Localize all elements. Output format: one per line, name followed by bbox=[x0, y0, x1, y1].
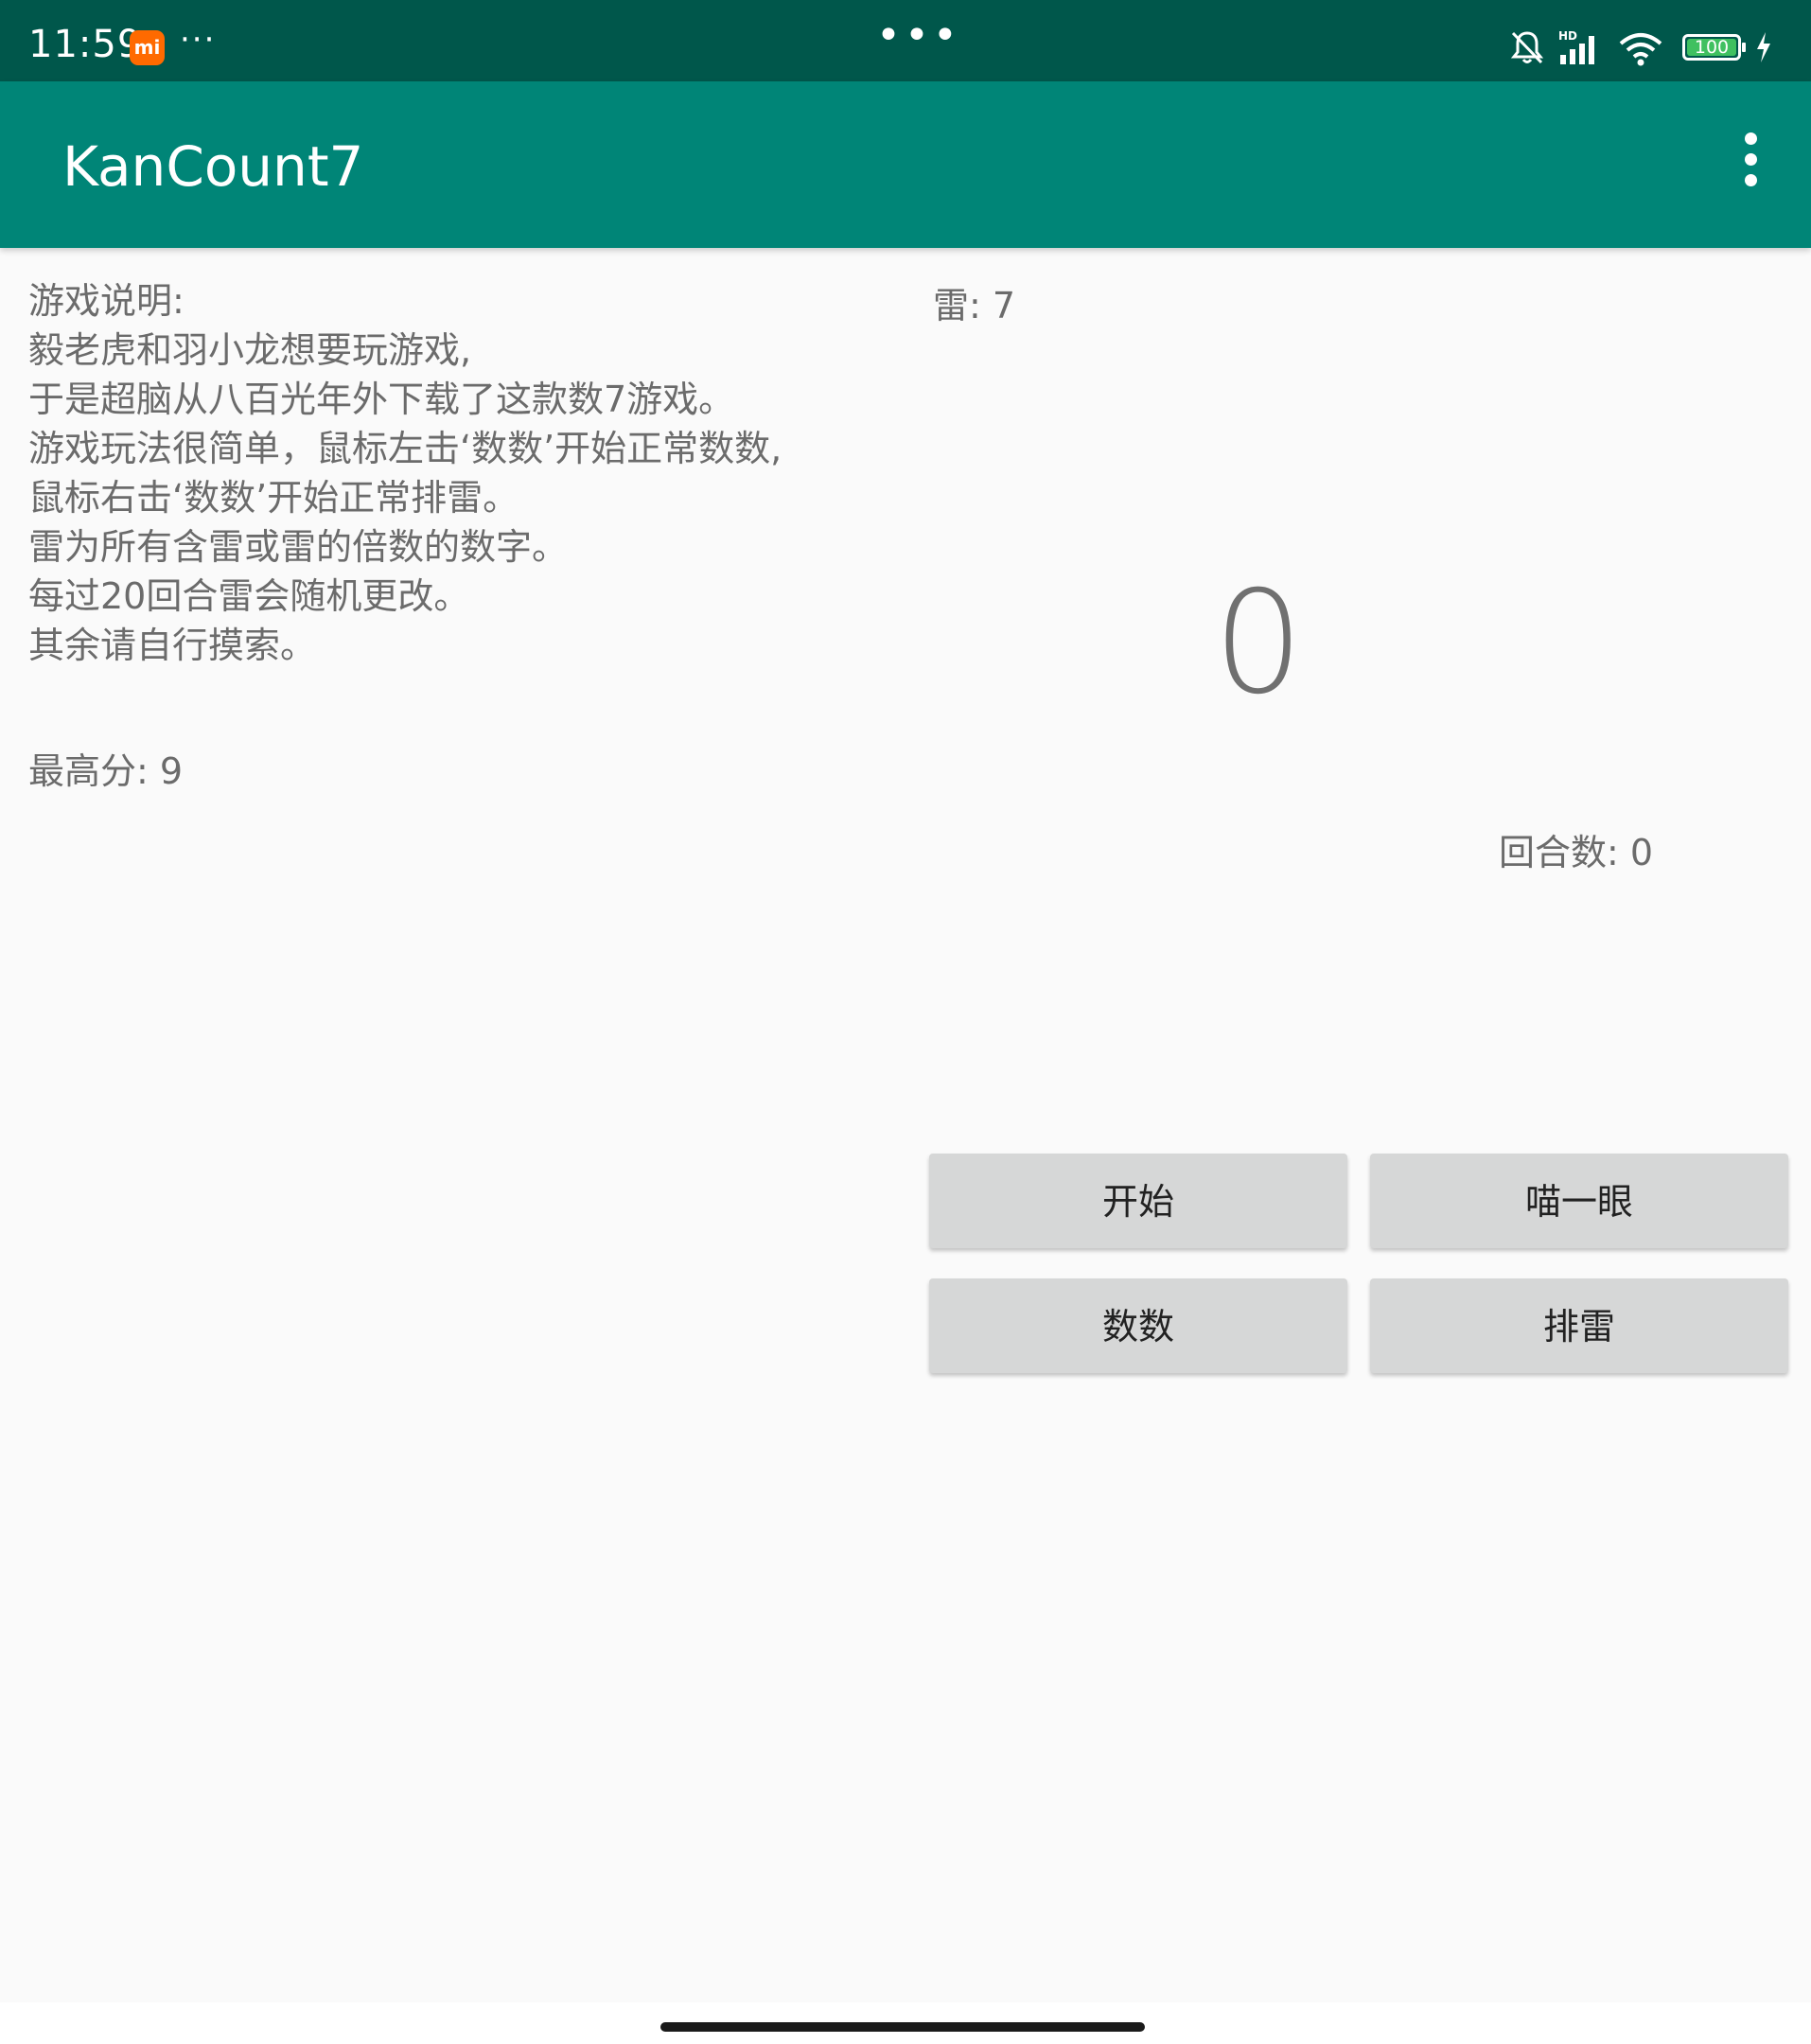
battery-level: 100 bbox=[1687, 39, 1736, 57]
count-button[interactable]: 数数 bbox=[929, 1278, 1347, 1373]
game-instructions: 游戏说明: 毅老虎和羽小龙想要玩游戏, 于是超脑从八百光年外下载了这款数7游戏。… bbox=[28, 276, 782, 670]
start-button[interactable]: 开始 bbox=[929, 1154, 1347, 1248]
status-more-notifications: ··· bbox=[180, 21, 217, 59]
status-center-dots: ••• bbox=[876, 11, 961, 60]
mi-app-icon: mi bbox=[130, 30, 165, 65]
instructions-line: 于是超脑从八百光年外下载了这款数7游戏。 bbox=[28, 379, 735, 420]
instructions-line: 雷为所有含雷或雷的倍数的数字。 bbox=[28, 526, 569, 568]
bell-off-icon bbox=[1510, 31, 1544, 64]
instructions-line: 毅老虎和羽小龙想要玩游戏, bbox=[28, 329, 472, 371]
status-bar: 11:59 mi ··· ••• HD 100 bbox=[0, 0, 1811, 81]
mine-number-label: 雷: 7 bbox=[933, 285, 1016, 326]
app-toolbar: KanCount7 bbox=[0, 81, 1811, 248]
gesture-nav-bar bbox=[0, 2002, 1811, 2044]
mine-sweep-button[interactable]: 排雷 bbox=[1370, 1278, 1788, 1373]
status-time: 11:59 bbox=[28, 23, 143, 66]
instructions-line: 鼠标右击‘数数’开始正常排雷。 bbox=[28, 477, 519, 519]
instructions-line: 其余请自行摸索。 bbox=[28, 625, 317, 666]
instructions-line: 游戏说明: bbox=[28, 280, 185, 322]
high-score-label: 最高分: 9 bbox=[28, 750, 184, 792]
round-count-label: 回合数: 0 bbox=[1499, 832, 1654, 873]
charging-bolt-icon bbox=[1757, 32, 1770, 62]
svg-text:HD: HD bbox=[1558, 29, 1577, 43]
instructions-line: 游戏玩法很简单，鼠标左击‘数数’开始正常数数, bbox=[28, 428, 782, 469]
current-count-display: 0 bbox=[1213, 561, 1304, 726]
app-title: KanCount7 bbox=[62, 134, 364, 199]
battery-icon: 100 bbox=[1682, 34, 1746, 61]
signal-hd-icon: HD bbox=[1558, 29, 1594, 64]
more-vert-icon[interactable] bbox=[1728, 132, 1773, 199]
home-indicator[interactable] bbox=[660, 2022, 1145, 2032]
peek-button[interactable]: 喵一眼 bbox=[1370, 1154, 1788, 1248]
wifi-icon bbox=[1619, 33, 1662, 66]
instructions-line: 每过20回合雷会随机更改。 bbox=[28, 575, 470, 617]
